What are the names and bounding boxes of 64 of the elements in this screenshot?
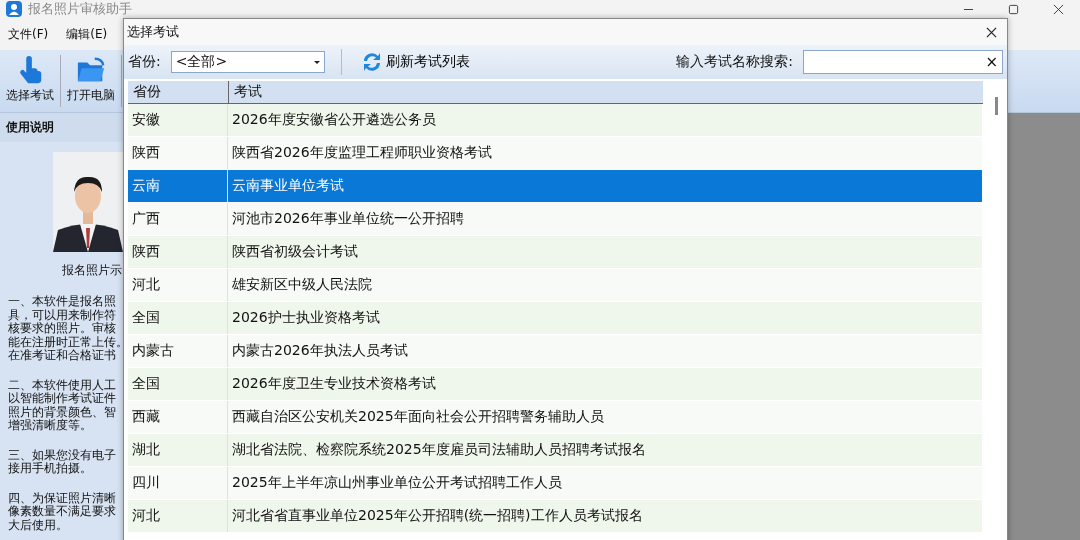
- scrollbar-thumb[interactable]: [994, 97, 998, 115]
- table-cell: 内蒙古2026年执法人员考试: [228, 335, 983, 367]
- help-paragraph: 二、本软件使用人工 以智能制作考试证件 照片的背景颜色、智 增强清晰度等。: [8, 378, 117, 433]
- menu-item[interactable]: 文件(F): [2, 21, 55, 47]
- table-cell: 西藏自治区公安机关2025年面向社会公开招聘警务辅助人员: [228, 401, 983, 433]
- maximize-icon[interactable]: [1008, 3, 1019, 15]
- table-row[interactable]: 安徽 2026年度安徽省公开遴选公务员: [128, 104, 983, 137]
- table-cell: 云南事业单位考试: [228, 170, 983, 202]
- refresh-button[interactable]: 刷新考试列表: [359, 50, 470, 74]
- search-field[interactable]: ×: [803, 50, 1003, 74]
- toolbar-button[interactable]: 选择考试: [0, 55, 61, 107]
- toolbar-button[interactable]: 打开电脑: [61, 55, 122, 107]
- help-paragraph: 一、本软件是报名照 具，可以用来制作符 核要求的照片。审核 能在注册时正常上传。 在准考证和合格证书: [8, 295, 124, 363]
- table-row[interactable]: 广西 河池市2026年事业单位统一公开招聘: [128, 203, 983, 236]
- clear-button[interactable]: ×: [985, 53, 998, 71]
- table-cell: 2026年度安徽省公开遴选公务员: [228, 104, 983, 136]
- table-cell: 2026护士执业资格考试: [228, 302, 983, 334]
- table-cell: 安徽: [128, 104, 228, 136]
- table-cell: 湖北省法院、检察院系统2025年度雇员司法辅助人员招聘考试报名: [228, 434, 983, 466]
- panel-title: 使用说明: [0, 113, 124, 142]
- table-row[interactable]: 全国 2026护士执业资格考试: [128, 302, 983, 335]
- table-cell: 2026年度卫生专业技术资格考试: [228, 368, 983, 400]
- window-title: 报名照片审核助手: [28, 0, 132, 18]
- table-cell: 陕西: [128, 137, 228, 169]
- dialog-title: 选择考试: [127, 23, 179, 41]
- province-dropdown[interactable]: <全部>: [170, 51, 325, 73]
- table-cell: 广西: [128, 203, 228, 235]
- column-header[interactable]: 省份: [128, 81, 229, 103]
- table-cell: 河北省省直事业单位2025年公开招聘(统一招聘)工作人员考试报名: [228, 500, 983, 532]
- table-row[interactable]: 西藏 西藏自治区公安机关2025年面向社会公开招聘警务辅助人员: [128, 401, 983, 434]
- close-icon[interactable]: [986, 26, 997, 38]
- table-row[interactable]: 河北 雄安新区中级人民法院: [128, 269, 983, 302]
- help-paragraph: 三、如果您没有电子 接用手机拍摄。: [8, 448, 117, 476]
- table-row[interactable]: 云南 云南事业单位考试: [128, 170, 983, 203]
- table-row[interactable]: 内蒙古 内蒙古2026年执法人员考试: [128, 335, 983, 368]
- table-cell: 陕西: [128, 236, 228, 268]
- table-cell: 河北: [128, 269, 228, 301]
- table-cell: 西藏: [128, 401, 228, 433]
- table-cell: 全国: [128, 302, 228, 334]
- column-header[interactable]: 考试: [229, 81, 983, 103]
- table-cell: 云南: [128, 170, 228, 202]
- table-cell: 全国: [128, 368, 228, 400]
- table-cell: 2025年上半年凉山州事业单位公开考试招聘工作人员: [228, 467, 983, 499]
- table-cell: 河池市2026年事业单位统一公开招聘: [228, 203, 983, 235]
- table-row[interactable]: 四川 2025年上半年凉山州事业单位公开考试招聘工作人员: [128, 467, 983, 500]
- table-row[interactable]: 陕西 陕西省2026年度监理工程师职业资格考试: [128, 137, 983, 170]
- close-icon[interactable]: [1053, 3, 1064, 15]
- table-cell: 湖北: [128, 434, 228, 466]
- table-row[interactable]: 全国 2026年度卫生专业技术资格考试: [128, 368, 983, 401]
- caret-icon: [313, 60, 320, 64]
- table-cell: 河北: [128, 500, 228, 532]
- menu-item[interactable]: 编辑(E): [60, 21, 114, 47]
- help-paragraph: 四、为保证照片清晰 像素数量不满足要求 大后使用。: [8, 491, 117, 532]
- photo-caption: 报名照片示: [62, 262, 123, 279]
- table-cell: 陕西省2026年度监理工程师职业资格考试: [228, 137, 983, 169]
- table-cell: 内蒙古: [128, 335, 228, 367]
- table-row[interactable]: 湖北 湖北省法院、检察院系统2025年度雇员司法辅助人员招聘考试报名: [128, 434, 983, 467]
- table-row[interactable]: 陕西 陕西省初级会计考试: [128, 236, 983, 269]
- table-cell: 四川: [128, 467, 228, 499]
- province-label: 省份:: [128, 53, 161, 71]
- table-cell: 陕西省初级会计考试: [228, 236, 983, 268]
- table-cell: 雄安新区中级人民法院: [228, 269, 983, 301]
- table-row[interactable]: 河北 河北省省直事业单位2025年公开招聘(统一招聘)工作人员考试报名: [128, 500, 983, 533]
- search-label: 输入考试名称搜索:: [676, 53, 793, 71]
